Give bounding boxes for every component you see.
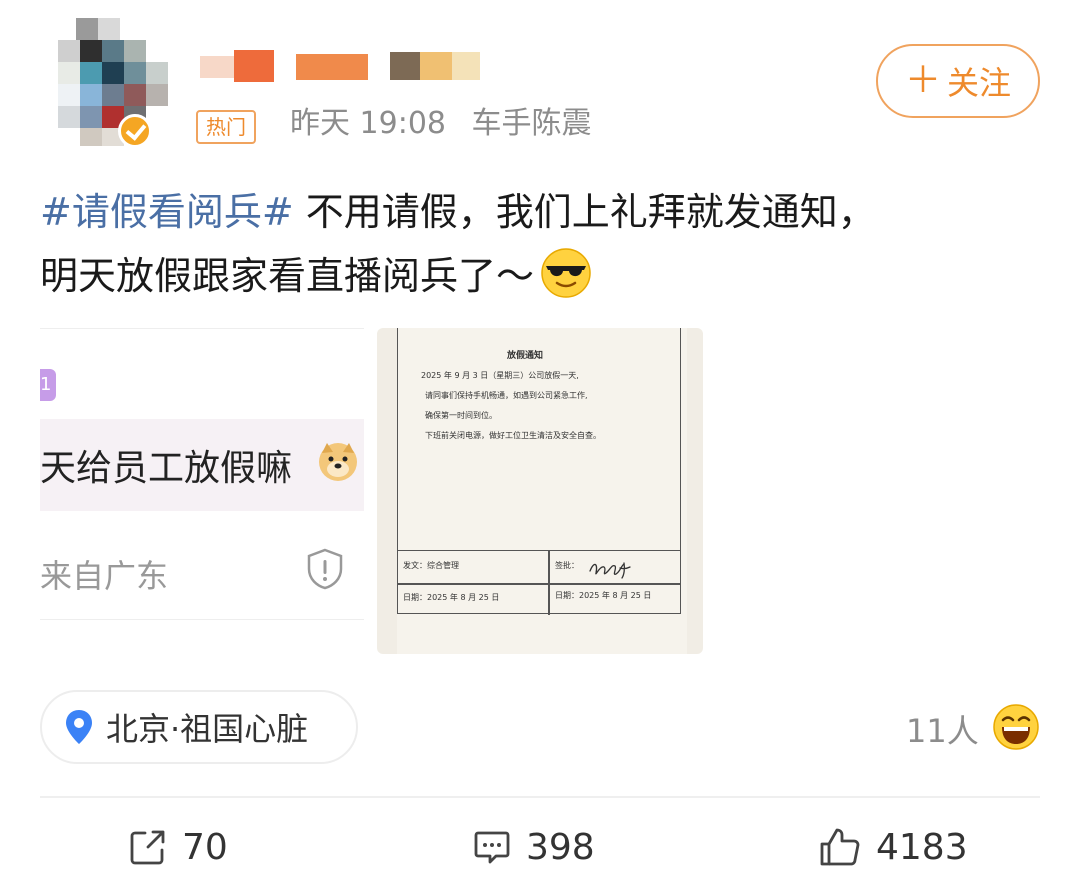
comment-count: 398 <box>526 826 595 868</box>
share-count: 70 <box>182 826 228 868</box>
embedded-main-text: 天给员工放假嘛 <box>40 448 293 489</box>
location-pin-icon <box>66 710 92 744</box>
document-line: 确保第一时间到位。 <box>425 411 497 420</box>
document-line: 下班前关闭电源，做好工位卫生清洁及安全自查。 <box>425 431 601 440</box>
hot-badge: 热门 <box>196 110 256 144</box>
document-line: 2025 年 9 月 3 日（星期三）公司放假一天, <box>421 371 579 380</box>
location-label: 北京·祖国心脏 <box>106 710 309 748</box>
post-text-line2: 明天放假跟家看直播阅兵了～ <box>40 254 535 298</box>
plus-icon: ＋ <box>904 60 941 101</box>
embedded-image-document[interactable]: 放假通知 2025 年 9 月 3 日（星期三）公司放假一天, 请同事们保持手机… <box>377 328 703 654</box>
post-meta: 昨天 19:08 车手陈震 <box>290 104 608 144</box>
location-chip[interactable]: 北京·祖国心脏 <box>40 690 358 764</box>
embedded-image-left[interactable]: 1 天给员工放假嘛 来自广东 <box>40 328 364 620</box>
embedded-location-text: 来自广东 <box>40 557 169 595</box>
document-line: 请同事们保持手机畅通，如遇到公司紧急工作, <box>425 391 588 400</box>
like-count: 4183 <box>876 826 968 868</box>
divider <box>40 796 1040 798</box>
document-approve: 签批： <box>555 561 579 570</box>
document-title: 放假通知 <box>507 351 544 361</box>
share-icon <box>130 830 165 865</box>
sunglasses-emoji-icon <box>541 248 591 298</box>
thumbs-up-icon <box>820 828 860 866</box>
hashtag-link[interactable]: #请假看阅兵# <box>40 190 294 234</box>
handwritten-signature <box>589 562 631 579</box>
follow-button[interactable]: ＋ 关注 <box>876 44 1040 118</box>
verified-badge-icon <box>118 114 152 148</box>
username[interactable] <box>200 48 490 84</box>
laughing-emoji-icon[interactable] <box>992 703 1040 751</box>
doge-emoji-icon <box>319 443 357 481</box>
comment-button[interactable]: 398 <box>472 822 595 872</box>
post-text: #请假看阅兵# 不用请假，我们上礼拜就发通知， 明天放假跟家看直播阅兵了～ <box>40 180 1040 308</box>
reaction-people-count[interactable]: 11人 <box>906 706 979 752</box>
document-issuer: 发文：综合管理 <box>403 561 459 570</box>
shield-warning-icon <box>307 548 343 590</box>
like-button[interactable]: 4183 <box>818 822 968 872</box>
post-device[interactable]: 车手陈震 <box>472 106 592 141</box>
post-text-line1: 不用请假，我们上礼拜就发通知， <box>293 190 876 234</box>
document-date-right: 日期：2025 年 8 月 25 日 <box>555 591 652 600</box>
post-time: 昨天 19:08 <box>290 106 446 141</box>
follow-label: 关注 <box>947 64 1012 102</box>
share-button[interactable]: 70 <box>128 822 228 872</box>
tag-badge: 1 <box>40 369 56 401</box>
document-date-left: 日期：2025 年 8 月 25 日 <box>403 593 500 602</box>
comment-icon <box>474 831 510 864</box>
